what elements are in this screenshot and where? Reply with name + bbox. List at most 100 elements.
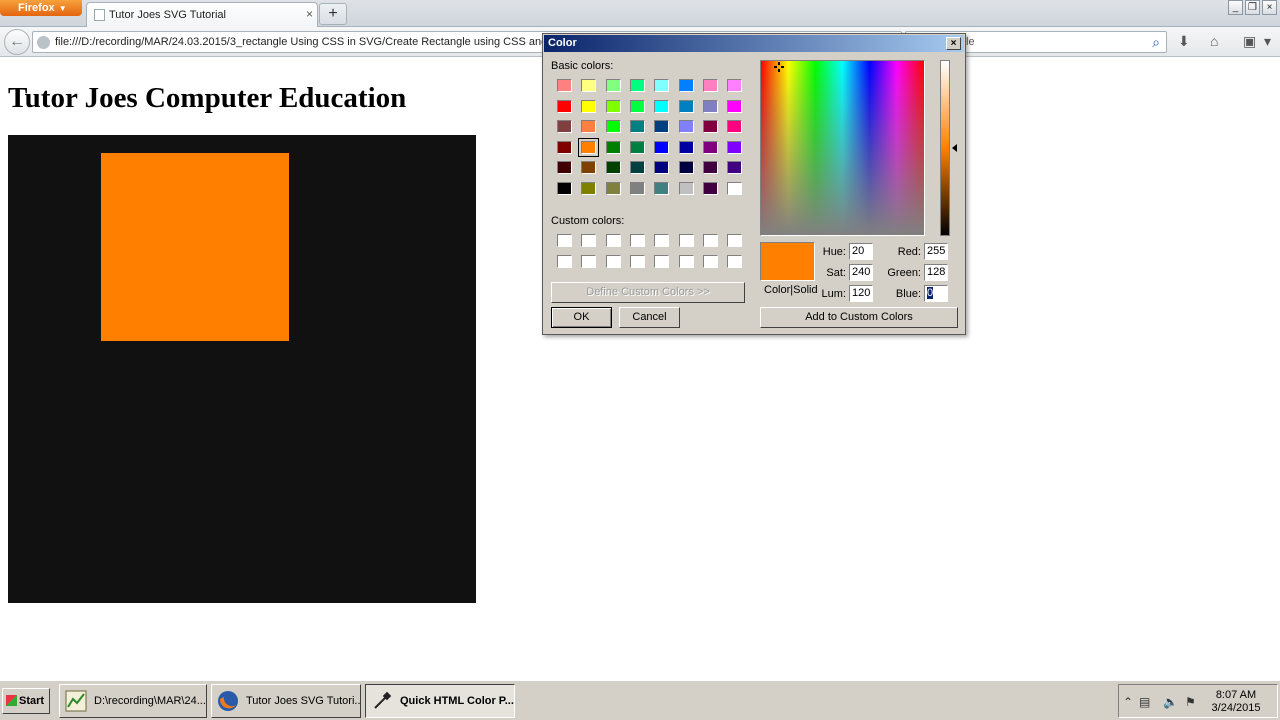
task-recording-folder[interactable]: D:\recording\MAR\24...	[59, 684, 207, 718]
firefox-menu-button[interactable]: Firefox ▼	[0, 0, 82, 16]
basic-color-swatch[interactable]	[727, 161, 743, 174]
network-icon[interactable]: ▤	[1139, 695, 1150, 709]
basic-color-swatch[interactable]	[581, 120, 597, 133]
basic-color-swatch[interactable]	[581, 181, 597, 195]
task-firefox[interactable]: Tutor Joes SVG Tutori...	[211, 684, 361, 718]
action-center-icon[interactable]: ⚑	[1185, 695, 1196, 709]
basic-color-swatch[interactable]	[557, 120, 572, 133]
close-window-button[interactable]: ×	[1262, 0, 1277, 15]
blue-field[interactable]: 0	[924, 285, 948, 302]
custom-color-swatch[interactable]	[678, 255, 694, 268]
custom-color-swatch[interactable]	[654, 255, 670, 268]
minimize-button[interactable]: _	[1228, 0, 1243, 15]
basic-color-swatch[interactable]	[678, 120, 694, 133]
basic-color-swatch[interactable]	[678, 161, 694, 174]
basic-color-swatch[interactable]	[654, 140, 670, 154]
tab-close-icon[interactable]: ×	[306, 7, 313, 21]
basic-color-swatch[interactable]	[678, 99, 694, 113]
basic-color-swatch[interactable]	[557, 79, 572, 92]
basic-color-swatch[interactable]	[629, 99, 645, 113]
custom-color-swatch[interactable]	[605, 234, 621, 247]
screenshot-icon[interactable]: ▣	[1243, 33, 1256, 50]
add-to-custom-colors-button[interactable]: Add to Custom Colors	[760, 307, 958, 328]
basic-color-swatch[interactable]	[702, 120, 718, 133]
custom-color-swatch[interactable]	[557, 255, 572, 268]
custom-color-swatch[interactable]	[702, 234, 718, 247]
basic-color-swatch[interactable]	[578, 137, 600, 157]
basic-color-swatch[interactable]	[727, 181, 743, 195]
home-icon[interactable]: ⌂	[1210, 33, 1218, 49]
basic-color-swatch[interactable]	[727, 79, 743, 92]
basic-color-swatch[interactable]	[654, 79, 670, 92]
basic-color-swatch[interactable]	[629, 79, 645, 92]
basic-color-swatch[interactable]	[629, 181, 645, 195]
basic-color-swatch[interactable]	[727, 120, 743, 133]
task-color-picker[interactable]: Quick HTML Color P...	[365, 684, 515, 718]
custom-color-swatch[interactable]	[581, 234, 597, 247]
basic-color-swatch[interactable]	[581, 79, 597, 92]
color-spectrum[interactable]	[760, 60, 925, 236]
basic-color-swatch[interactable]	[557, 181, 572, 195]
custom-color-swatch[interactable]	[727, 234, 743, 247]
basic-color-swatch[interactable]	[557, 140, 572, 154]
sat-field[interactable]: 240	[849, 264, 873, 281]
basic-color-swatch[interactable]	[727, 99, 743, 113]
custom-color-swatch[interactable]	[581, 255, 597, 268]
basic-color-swatch[interactable]	[702, 140, 718, 154]
basic-color-swatch[interactable]	[581, 99, 597, 113]
chevron-down-icon[interactable]: ▾	[1264, 33, 1271, 50]
lum-field[interactable]: 120	[849, 285, 873, 302]
dialog-titlebar[interactable]: Color ×	[544, 35, 964, 52]
clock[interactable]: 8:07 AM 3/24/2015	[1209, 689, 1263, 715]
red-field[interactable]: 255	[924, 243, 948, 260]
basic-color-swatch[interactable]	[605, 181, 621, 195]
start-button[interactable]: Start	[2, 688, 50, 714]
custom-color-swatch[interactable]	[727, 255, 743, 268]
custom-color-swatch[interactable]	[702, 255, 718, 268]
custom-color-swatch[interactable]	[557, 234, 572, 247]
basic-color-swatch[interactable]	[702, 181, 718, 195]
volume-icon[interactable]: 🔈	[1163, 695, 1178, 709]
hue-field[interactable]: 20	[849, 243, 873, 260]
search-icon[interactable]: ⌕	[1152, 34, 1160, 51]
basic-color-swatch[interactable]	[702, 99, 718, 113]
basic-color-swatch[interactable]	[605, 120, 621, 133]
basic-color-swatch[interactable]	[654, 161, 670, 174]
green-field[interactable]: 128	[924, 264, 948, 281]
custom-color-swatch[interactable]	[629, 255, 645, 268]
chevron-up-icon[interactable]: ⌃	[1123, 695, 1133, 709]
cancel-button[interactable]: Cancel	[619, 307, 680, 328]
basic-color-swatch[interactable]	[557, 99, 572, 113]
basic-color-swatch[interactable]	[678, 79, 694, 92]
basic-color-swatch[interactable]	[605, 140, 621, 154]
basic-color-swatch[interactable]	[605, 161, 621, 174]
download-icon[interactable]: ⬇	[1178, 33, 1190, 50]
basic-color-swatch[interactable]	[605, 79, 621, 92]
basic-color-swatch[interactable]	[678, 140, 694, 154]
basic-color-swatch[interactable]	[654, 120, 670, 133]
luminance-bar[interactable]	[940, 60, 950, 236]
basic-color-swatch[interactable]	[605, 99, 621, 113]
ok-button[interactable]: OK	[551, 307, 612, 328]
basic-color-swatch[interactable]	[629, 161, 645, 174]
basic-color-swatch[interactable]	[702, 79, 718, 92]
new-tab-button[interactable]: +	[319, 3, 347, 25]
custom-color-swatch[interactable]	[629, 234, 645, 247]
custom-color-swatch[interactable]	[654, 234, 670, 247]
luminance-arrow-icon[interactable]	[952, 144, 957, 152]
basic-color-swatch[interactable]	[702, 161, 718, 174]
basic-color-swatch[interactable]	[557, 161, 572, 174]
back-button[interactable]: ←	[4, 29, 30, 55]
restore-button[interactable]: ❐	[1245, 0, 1260, 15]
basic-color-swatch[interactable]	[678, 181, 694, 195]
dialog-close-button[interactable]: ×	[946, 37, 961, 50]
basic-color-swatch[interactable]	[654, 181, 670, 195]
basic-color-swatch[interactable]	[629, 120, 645, 133]
basic-color-swatch[interactable]	[581, 161, 597, 174]
site-identity-icon[interactable]	[37, 36, 50, 49]
basic-color-swatch[interactable]	[727, 140, 743, 154]
basic-color-swatch[interactable]	[629, 140, 645, 154]
custom-color-swatch[interactable]	[678, 234, 694, 247]
basic-color-swatch[interactable]	[654, 99, 670, 113]
custom-color-swatch[interactable]	[605, 255, 621, 268]
